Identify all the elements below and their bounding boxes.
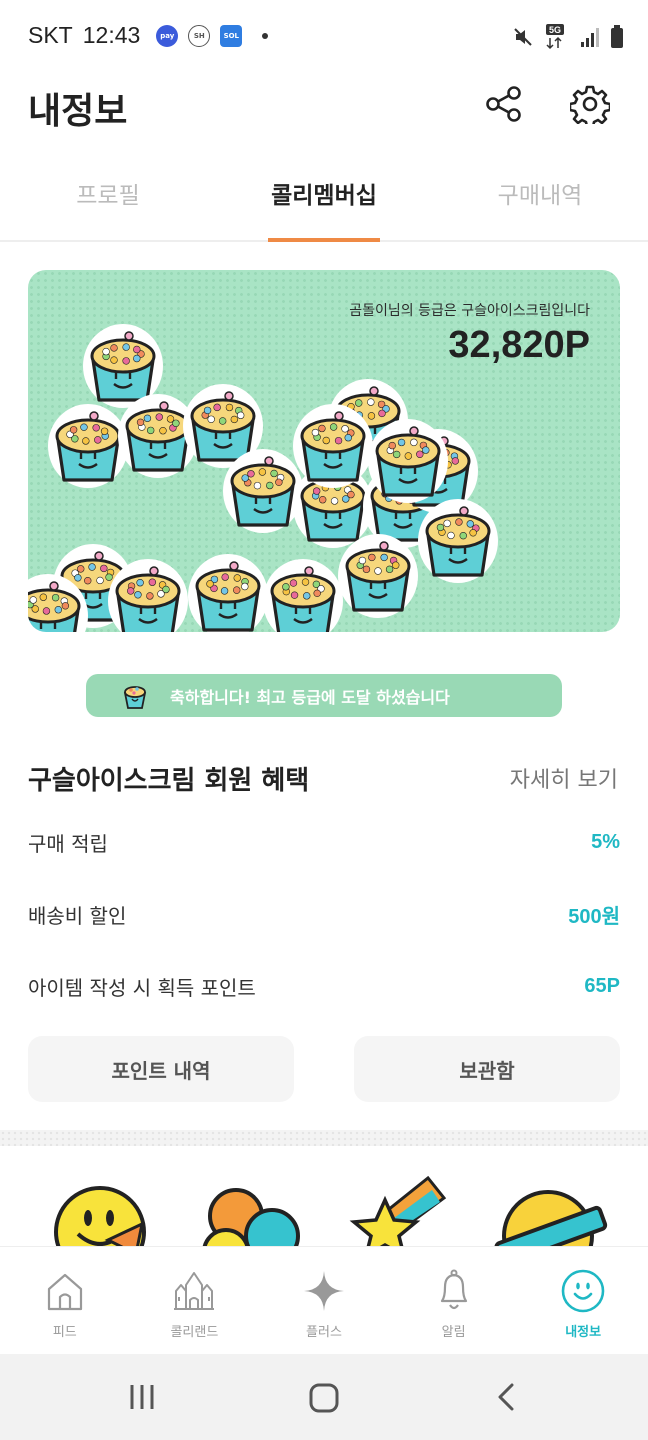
ice-cream-cup-icon (223, 449, 303, 533)
battery-icon (611, 25, 623, 48)
ice-cream-cup-icon (368, 419, 448, 503)
page-title: 내정보 (28, 91, 128, 132)
benefit-row: 아이템 작성 시 획득 포인트 65P (28, 966, 620, 1006)
ice-cream-cup-icon (338, 534, 418, 618)
benefit-value: 65P (584, 974, 620, 997)
smiley-sticker-icon (50, 1180, 150, 1246)
sh-app-icon: SH (188, 24, 211, 47)
benefit-label: 아이템 작성 시 획득 포인트 (28, 975, 256, 1000)
coin-sticker-icon (494, 1182, 608, 1246)
storage-button[interactable]: 보관함 (354, 1036, 620, 1102)
mute-icon (514, 28, 532, 46)
shooting-star-sticker-icon (349, 1172, 452, 1246)
section-divider (0, 1130, 648, 1146)
bell-icon (440, 1269, 467, 1310)
nav-label: 콜리랜드 (170, 1325, 219, 1340)
grade-description: 곰돌이님의 등급은 구슬아이스크림입니다 (349, 303, 590, 319)
status-bar: SKT 12:43 pay SH SOL 5G (0, 0, 648, 72)
carrier-label: SKT (28, 22, 73, 48)
nav-label: 플러스 (306, 1325, 342, 1340)
tab-profile[interactable]: 프로필 (0, 160, 216, 240)
nav-notifications[interactable]: 알림 (389, 1247, 519, 1354)
network-label: 5G (549, 25, 561, 35)
home-button-icon[interactable] (308, 1382, 340, 1414)
benefit-label: 구매 적립 (28, 831, 108, 856)
ice-cream-cup-icon (188, 554, 268, 632)
ice-cream-cup-icon (263, 559, 343, 632)
benefits-title: 구슬아이스크림 회원 혜택 (28, 766, 310, 796)
points-history-button[interactable]: 포인트 내역 (28, 1036, 294, 1102)
tab-membership[interactable]: 콜리멤버십 (216, 160, 432, 240)
tab-purchase-history[interactable]: 구매내역 (432, 160, 648, 240)
recent-apps-icon[interactable] (128, 1382, 158, 1412)
gear-icon[interactable] (570, 84, 610, 124)
system-nav-bar (0, 1354, 648, 1440)
congrats-message: 축하합니다! 최고 등급에 도달 하셨습니다 (170, 687, 450, 707)
smile-icon (561, 1269, 605, 1313)
benefit-label: 배송비 할인 (28, 903, 127, 928)
benefit-value: 500원 (568, 905, 620, 928)
nav-label: 알림 (441, 1325, 466, 1340)
benefit-row: 구매 적립 5% (28, 822, 620, 862)
back-icon[interactable] (494, 1382, 520, 1412)
nav-feed[interactable]: 피드 (0, 1247, 130, 1354)
nav-plus[interactable]: 플러스 (259, 1247, 389, 1354)
balloon-sticker-icon (202, 1182, 300, 1246)
view-details-link[interactable]: 자세히 보기 (510, 762, 618, 794)
nav-label: 피드 (52, 1325, 77, 1340)
sticker-carousel[interactable] (0, 1160, 648, 1246)
signal-bars-icon (581, 28, 599, 47)
notification-dot-icon (262, 32, 269, 39)
app-header: 내정보 (0, 72, 648, 142)
tab-bar: 프로필 콜리멤버십 구매내역 (0, 160, 648, 242)
nav-colliland[interactable]: 콜리랜드 (130, 1247, 260, 1354)
ice-cream-cup-icon (418, 499, 498, 583)
sol-app-icon: SOL (220, 24, 243, 47)
membership-grade-card: 곰돌이님의 등급은 구슬아이스크림입니다 32,820P (28, 270, 620, 632)
benefit-row: 배송비 할인 500원 (28, 894, 620, 934)
plus-icon (303, 1271, 344, 1311)
share-icon[interactable] (484, 84, 524, 124)
ice-cream-cup-icon (293, 404, 373, 488)
nav-label: 내정보 (565, 1325, 602, 1340)
ice-cream-icon (123, 685, 147, 709)
nav-my-info[interactable]: 내정보 (518, 1247, 648, 1354)
congrats-banner: 축하합니다! 최고 등급에 도달 하셨습니다 (86, 674, 562, 717)
points-total: 32,820P (448, 324, 590, 366)
clock: 12:43 (82, 22, 141, 48)
castle-icon (174, 1272, 215, 1310)
ice-cream-cup-icon (48, 404, 128, 488)
pay-app-icon: pay (156, 24, 179, 47)
bottom-nav: 피드 콜리랜드 플러스 알림 내정보 (0, 1246, 648, 1354)
home-icon (47, 1273, 82, 1311)
signal-5g-icon: 5G (546, 24, 564, 50)
benefit-value: 5% (591, 830, 620, 853)
